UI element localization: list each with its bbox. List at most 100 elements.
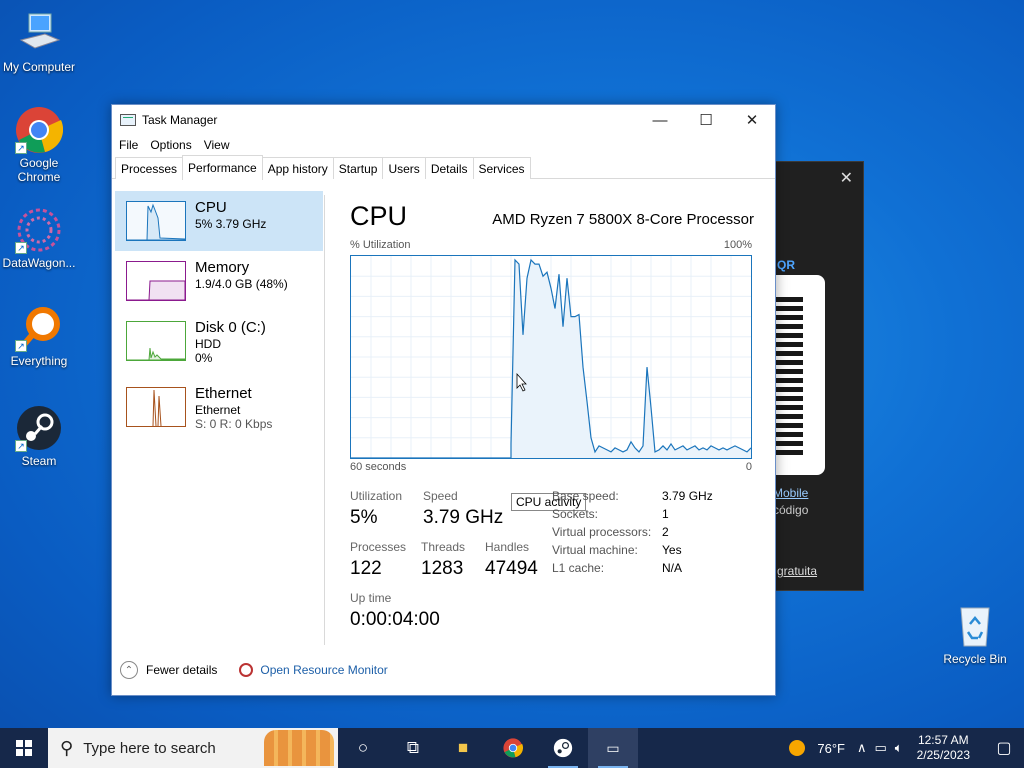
shortcut-arrow-icon: ↗ (15, 440, 27, 452)
everything-icon: ↗ (15, 304, 63, 352)
maximize-button[interactable]: ☐ (683, 105, 729, 135)
search-highlight-art (264, 730, 334, 766)
taskbar: ⚲ Type here to search ○ ⧉ ■ ▭ 76°F ∧ ▭ 🔈… (0, 728, 1024, 768)
l1-cache-value: N/A (662, 561, 683, 575)
popup-link[interactable]: gratuita (777, 564, 817, 578)
tab-strip: Processes Performance App history Startu… (112, 155, 775, 180)
resource-detail: Ethernet (195, 403, 241, 417)
desktop-icon-datawagon[interactable]: ↗ DataWagon... (1, 206, 77, 270)
notification-center-icon[interactable]: ▢ (984, 738, 1024, 758)
chevron-up-icon[interactable]: ∧ (857, 740, 867, 756)
close-icon[interactable]: ✕ (840, 168, 853, 188)
desktop-icon-steam[interactable]: ↗ Steam (1, 404, 77, 468)
utilization-label: Utilization (350, 489, 403, 503)
base-speed-value: 3.79 GHz (662, 489, 713, 503)
resource-item-memory[interactable]: Memory 1.9/4.0 GB (48%) (115, 251, 323, 311)
menu-view[interactable]: View (204, 138, 230, 152)
weather-temp: 76°F (817, 740, 845, 756)
open-resource-monitor-link[interactable]: Open Resource Monitor (260, 663, 387, 677)
desktop-icon-my-computer[interactable]: My Computer (1, 10, 77, 74)
handles-value: 47494 (485, 558, 538, 579)
menu-options[interactable]: Options (150, 138, 191, 152)
file-explorer-button[interactable]: ■ (438, 728, 488, 768)
min-axis-label: 0 (745, 461, 752, 473)
close-button[interactable]: ✕ (729, 105, 775, 135)
base-speed-label: Base speed: (552, 489, 619, 503)
cortana-button[interactable]: ○ (338, 728, 388, 768)
computer-icon (15, 10, 63, 58)
clock[interactable]: 12:57 AM 2/25/2023 (917, 733, 970, 763)
tab-performance[interactable]: Performance (182, 155, 263, 180)
search-placeholder: Type here to search (83, 739, 216, 757)
desktop-icon-chrome[interactable]: ↗ Google Chrome (1, 106, 77, 184)
ethernet-thumbnail (126, 387, 186, 427)
task-manager-window: Task Manager — ☐ ✕ File Options View Pro… (111, 104, 776, 696)
resource-detail: 0% (195, 351, 213, 365)
l1-cache-label: L1 cache: (552, 561, 605, 575)
taskbar-search-box[interactable]: ⚲ Type here to search (48, 728, 338, 768)
resource-name: CPU (195, 199, 227, 216)
processes-label: Processes (350, 540, 407, 554)
desktop-icon-label: Steam (21, 454, 57, 468)
task-view-button[interactable]: ⧉ (388, 728, 438, 768)
tab-processes[interactable]: Processes (115, 157, 184, 179)
task-manager-icon: ▭ (606, 739, 620, 756)
network-icon[interactable]: ▭ (875, 740, 887, 756)
title-bar[interactable]: Task Manager — ☐ ✕ (112, 105, 775, 135)
chrome-taskbar-button[interactable] (488, 728, 538, 768)
popup-title: QR (777, 258, 795, 272)
tab-services[interactable]: Services (472, 157, 531, 179)
cpu-model: AMD Ryzen 7 5800X 8-Core Processor (492, 211, 754, 228)
volume-icon[interactable]: 🔈︎ (895, 740, 903, 756)
menu-bar: File Options View (112, 135, 775, 155)
virtual-processors-label: Virtual processors: (552, 525, 652, 539)
window-title: Task Manager (142, 113, 218, 127)
chrome-icon: ↗ (15, 106, 64, 154)
tab-users[interactable]: Users (382, 157, 426, 179)
resource-list: CPU 5% 3.79 GHz Memory 1.9/4.0 GB (48%) … (115, 191, 323, 437)
weather-widget[interactable]: 76°F (789, 740, 845, 756)
threads-value: 1283 (421, 558, 464, 579)
panel-divider (324, 195, 325, 645)
sockets-value: 1 (662, 507, 669, 521)
resource-item-disk[interactable]: Disk 0 (C:) HDD 0% (115, 311, 323, 371)
qr-card (769, 275, 825, 475)
resource-item-ethernet[interactable]: Ethernet Ethernet S: 0 R: 0 Kbps (115, 377, 323, 437)
memory-thumbnail (126, 261, 186, 301)
shortcut-arrow-icon: ↗ (15, 142, 27, 154)
uptime-label: Up time (350, 591, 392, 605)
sun-icon (789, 740, 806, 756)
minimize-button[interactable]: — (637, 105, 683, 135)
chevron-up-icon[interactable]: ⌃ (120, 661, 138, 679)
popup-text: código (773, 503, 809, 517)
task-view-icon: ⧉ (406, 738, 420, 757)
resource-item-cpu[interactable]: CPU 5% 3.79 GHz (115, 191, 323, 251)
clock-date: 2/25/2023 (916, 748, 970, 762)
clock-time: 12:57 AM (917, 733, 969, 747)
utilization-value: 5% (350, 507, 378, 528)
popup-link[interactable]: Mobile (773, 486, 808, 500)
task-manager-icon (120, 114, 136, 126)
desktop-icon-everything[interactable]: ↗ Everything (1, 304, 77, 368)
cpu-utilization-graph[interactable] (350, 255, 752, 459)
steam-taskbar-button[interactable] (538, 728, 588, 768)
desktop-icon-label: My Computer (2, 60, 76, 74)
cpu-panel: CPU AMD Ryzen 7 5800X 8-Core Processor %… (350, 201, 754, 630)
desktop-icon-recycle-bin[interactable]: Recycle Bin (937, 602, 1013, 666)
resource-name: Ethernet (195, 385, 252, 402)
steam-icon (553, 738, 573, 758)
speed-value: 3.79 GHz (423, 507, 504, 528)
tab-app-history[interactable]: App history (261, 157, 334, 179)
fewer-details-link[interactable]: Fewer details (146, 663, 217, 677)
utilization-axis-label: % Utilization (350, 239, 411, 251)
task-manager-taskbar-button[interactable]: ▭ (588, 728, 638, 768)
tab-details[interactable]: Details (424, 157, 474, 179)
steam-icon: ↗ (15, 404, 63, 452)
footer: ⌃ Fewer details Open Resource Monitor (120, 661, 388, 679)
start-button[interactable] (0, 728, 48, 768)
threads-label: Threads (421, 540, 466, 554)
menu-file[interactable]: File (119, 138, 138, 152)
tab-startup[interactable]: Startup (332, 157, 384, 179)
resource-name: Memory (195, 259, 250, 276)
graph-bottom-labels: 60 seconds 0 (350, 461, 754, 473)
